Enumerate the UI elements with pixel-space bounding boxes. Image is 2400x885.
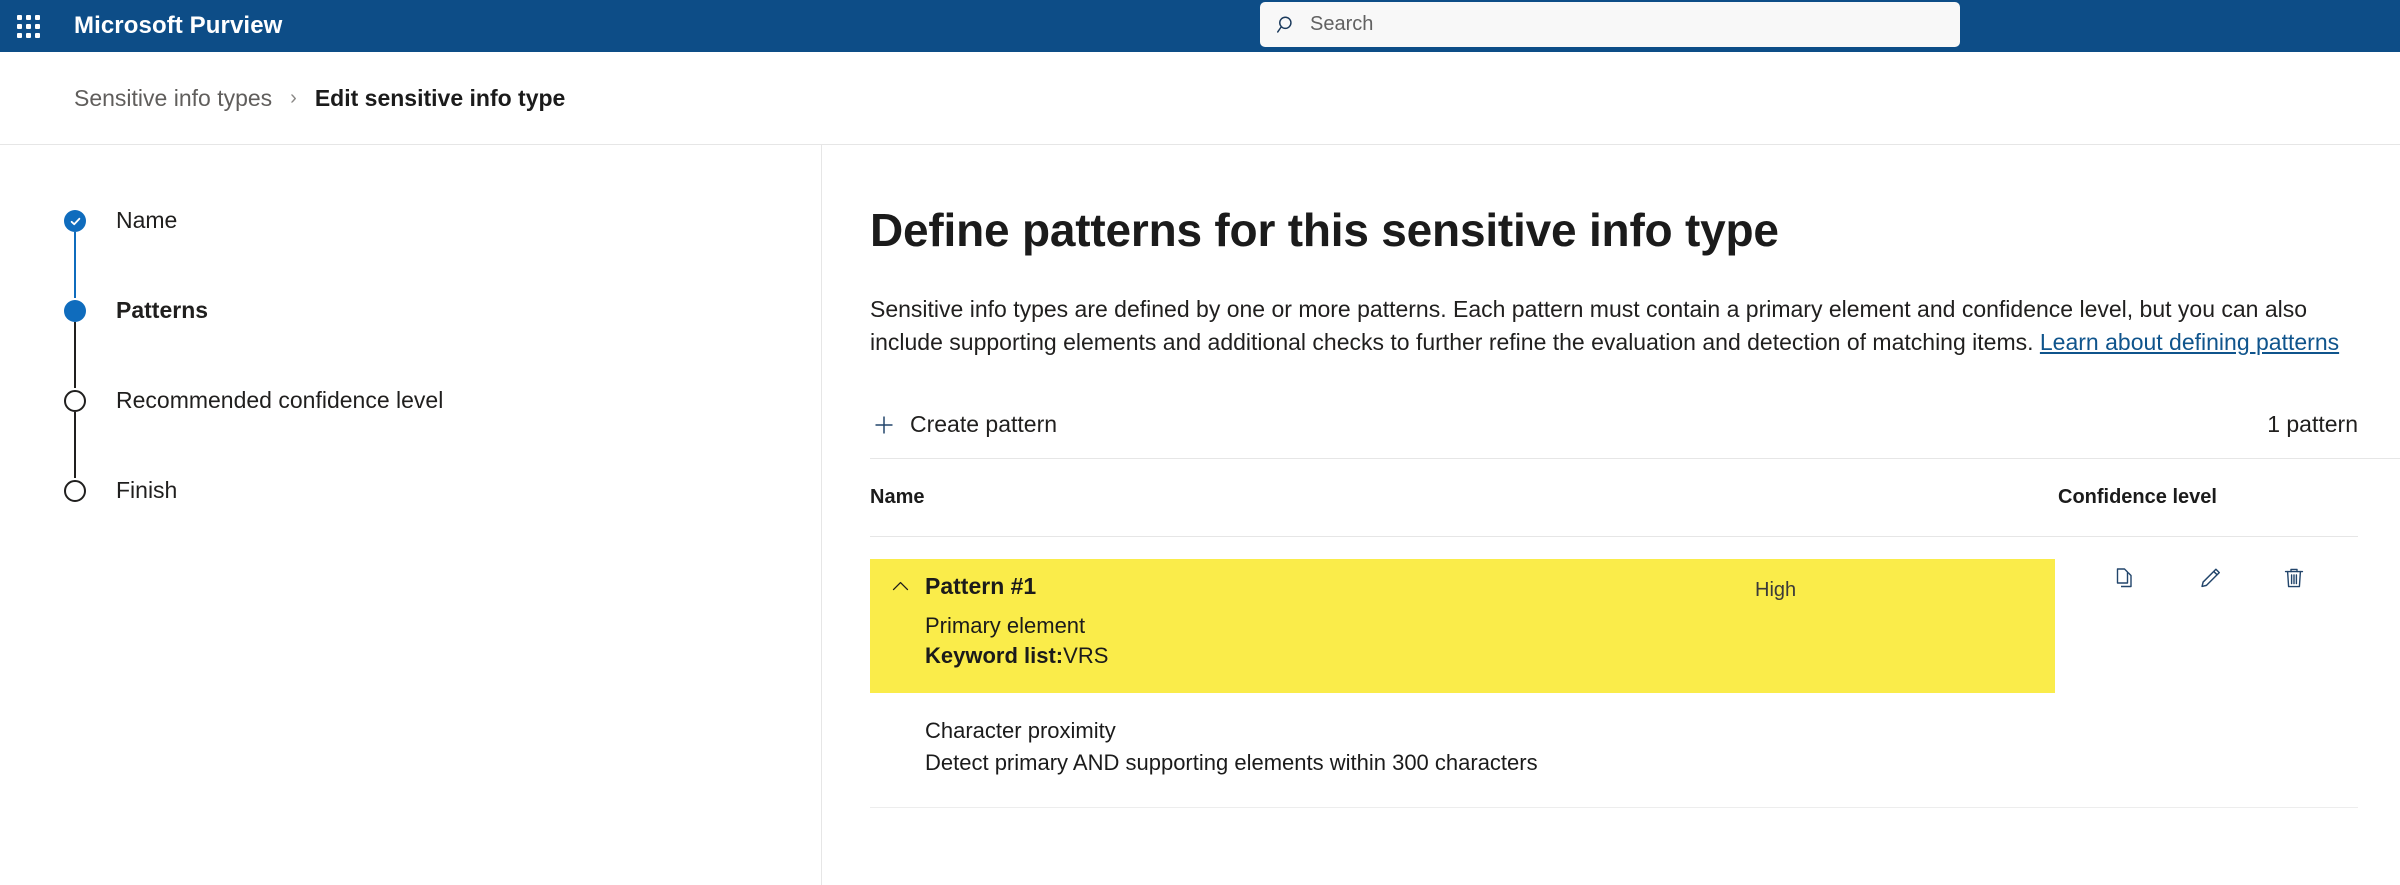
breadcrumb-item-edit-sensitive-info-type: Edit sensitive info type	[315, 85, 566, 112]
empty-circle-icon	[64, 390, 86, 412]
pattern-row-actions	[2055, 559, 2307, 593]
patterns-command-bar: Create pattern 1 pattern	[870, 407, 2400, 459]
suite-header-bar: Microsoft Purview	[0, 0, 2400, 52]
delete-pattern-button[interactable]	[2281, 565, 2307, 593]
wizard-connector	[74, 232, 76, 298]
character-proximity-description: Detect primary AND supporting elements w…	[925, 747, 2358, 779]
app-launcher-button[interactable]	[0, 0, 56, 52]
wizard-step-label: Name	[116, 207, 177, 233]
wizard-rail: Name Patterns Recommended confidence lev…	[0, 145, 822, 885]
page-body: Name Patterns Recommended confidence lev…	[0, 145, 2400, 885]
create-pattern-label: Create pattern	[910, 411, 1057, 438]
edit-pattern-button[interactable]	[2197, 565, 2223, 593]
keyword-list-detail: Keyword list:VRS	[925, 641, 1755, 671]
character-proximity-section: Character proximity Detect primary AND s…	[870, 715, 2358, 808]
check-circle-icon	[64, 210, 86, 232]
trash-icon	[2282, 565, 2306, 594]
page-title: Define patterns for this sensitive info …	[870, 203, 2400, 257]
pattern-confidence-level: High	[1755, 573, 2055, 602]
create-pattern-button[interactable]: Create pattern	[870, 407, 1059, 442]
empty-circle-icon	[64, 480, 86, 502]
learn-about-defining-patterns-link[interactable]: Learn about defining patterns	[2040, 329, 2339, 355]
main-content: Define patterns for this sensitive info …	[822, 145, 2400, 885]
plus-icon	[872, 413, 896, 437]
table-header-row: Name Confidence level	[870, 459, 2358, 537]
breadcrumb-item-sensitive-info-types[interactable]: Sensitive info types	[74, 85, 272, 112]
character-proximity-title: Character proximity	[925, 715, 2358, 747]
pattern-row-content: Pattern #1 Primary element Keyword list:…	[870, 573, 1755, 671]
wizard-step-name[interactable]: Name	[64, 207, 821, 297]
filled-circle-icon	[64, 300, 86, 322]
wizard-step-label: Finish	[116, 477, 177, 503]
wizard-step-recommended-confidence-level[interactable]: Recommended confidence level	[64, 387, 821, 477]
column-header-name: Name	[870, 486, 2058, 509]
pencil-icon	[2198, 565, 2223, 594]
waffle-grid-icon	[17, 15, 40, 38]
pattern-row-header[interactable]: Pattern #1	[890, 573, 1755, 600]
wizard-step-finish[interactable]: Finish	[64, 477, 821, 503]
table-row: Pattern #1 Primary element Keyword list:…	[870, 559, 2358, 693]
pattern-name: Pattern #1	[925, 573, 1036, 600]
copy-icon	[2114, 565, 2138, 594]
app-title: Microsoft Purview	[74, 12, 282, 40]
breadcrumb-separator-icon: ›	[290, 87, 297, 110]
copy-pattern-button[interactable]	[2113, 565, 2139, 593]
wizard-step-patterns[interactable]: Patterns	[64, 297, 821, 387]
column-header-confidence-level: Confidence level	[2058, 486, 2358, 509]
keyword-list-label: Keyword list:	[925, 643, 1063, 668]
patterns-table: Name Confidence level Pattern #1	[870, 459, 2400, 808]
pattern-count: 1 pattern	[2267, 411, 2358, 438]
breadcrumb: Sensitive info types › Edit sensitive in…	[0, 52, 2400, 145]
chevron-up-icon[interactable]	[890, 576, 911, 597]
wizard-step-label: Recommended confidence level	[116, 387, 443, 413]
search-icon	[1274, 12, 1300, 38]
search-input[interactable]	[1308, 2, 1946, 47]
pattern-row-details: Primary element Keyword list:VRS	[925, 611, 1755, 671]
keyword-list-value: VRS	[1063, 643, 1108, 668]
primary-element-label: Primary element	[925, 611, 1755, 641]
page-description: Sensitive info types are defined by one …	[870, 293, 2368, 359]
wizard-connector	[74, 412, 76, 478]
wizard-steps: Name Patterns Recommended confidence lev…	[0, 207, 821, 503]
wizard-step-label: Patterns	[116, 297, 208, 323]
pattern-row-highlight[interactable]: Pattern #1 Primary element Keyword list:…	[870, 559, 2055, 693]
wizard-connector	[74, 322, 76, 388]
search-box[interactable]	[1260, 2, 1960, 47]
